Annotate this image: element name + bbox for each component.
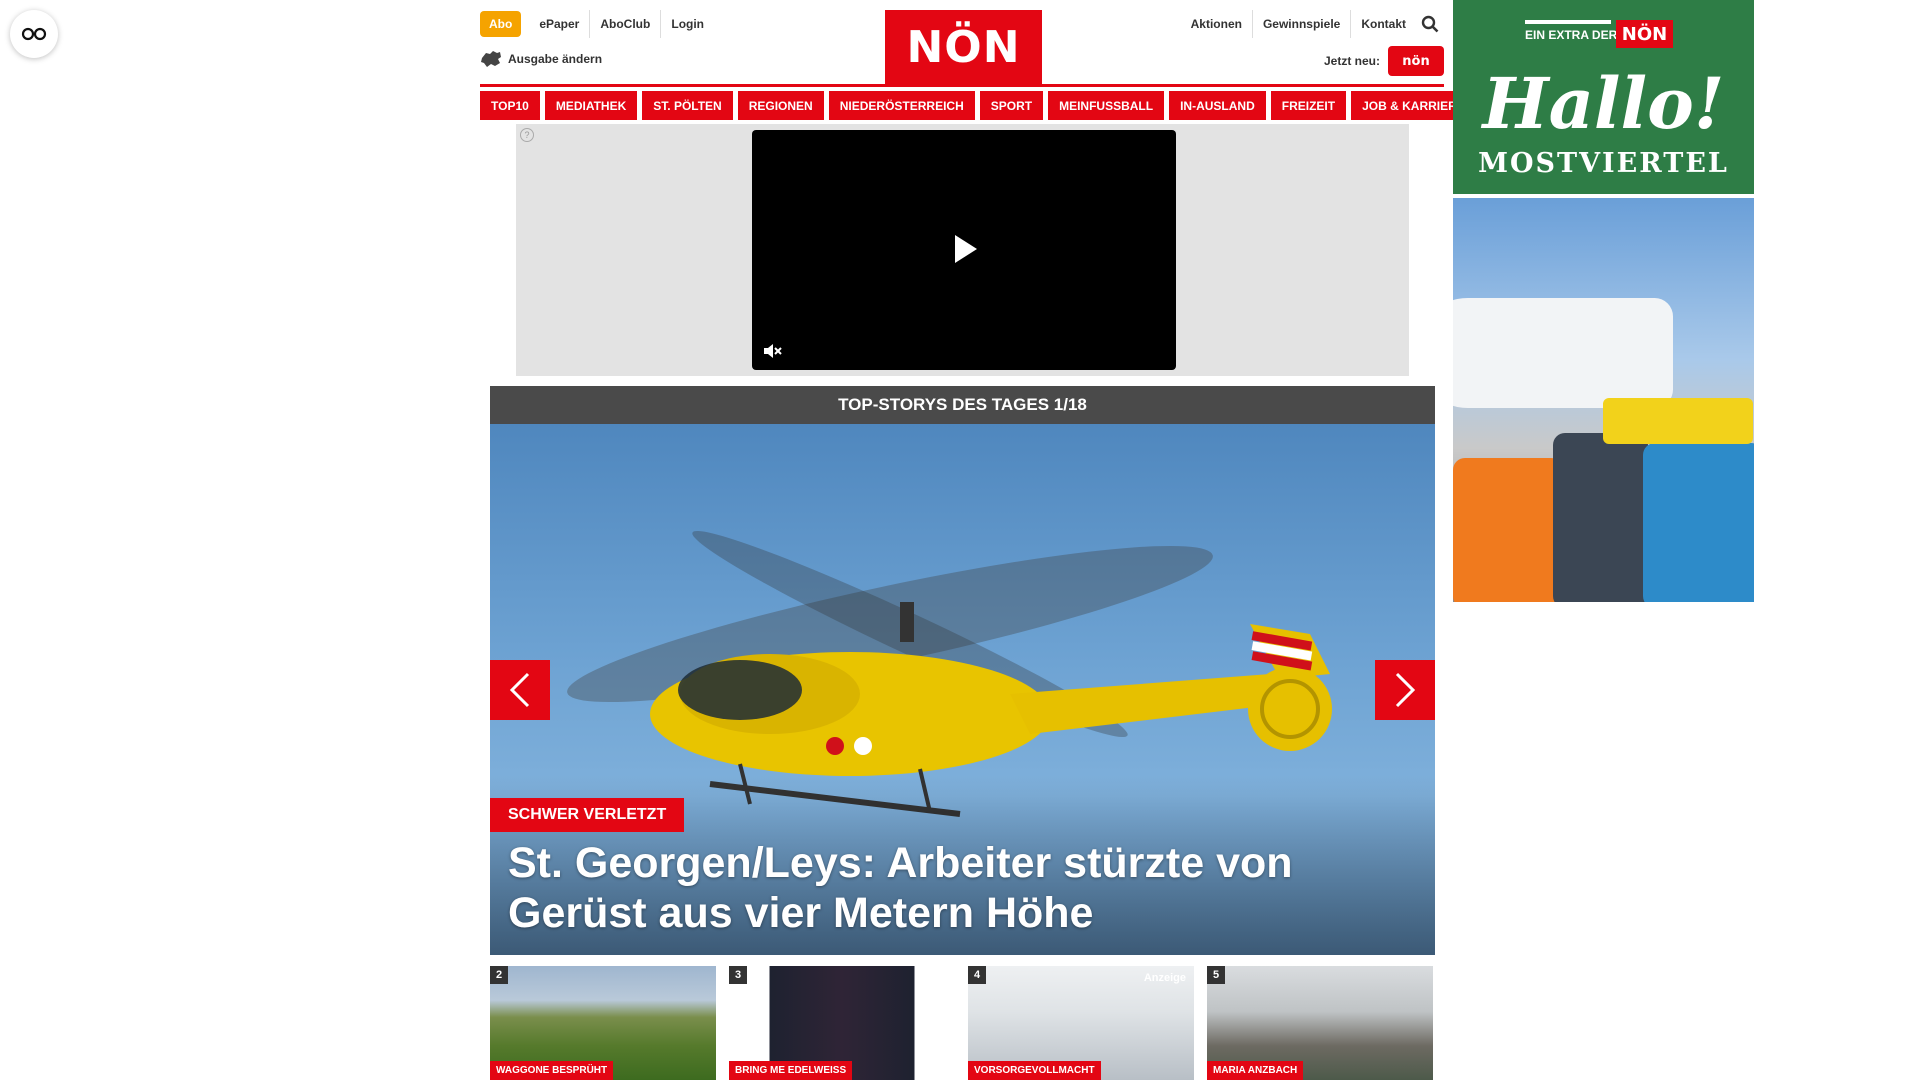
lower-austria-map-icon (481, 51, 501, 67)
story-thumb-tag: MARIA ANZBACH (1207, 1061, 1304, 1080)
previous-story-button[interactable] (490, 660, 550, 720)
story-number: 5 (1207, 966, 1225, 984)
muted-speaker-icon[interactable] (762, 342, 782, 360)
jetzt-neu: Jetzt neu: nön (1324, 46, 1444, 76)
nav-item-regionen[interactable]: REGIONEN (737, 91, 824, 120)
extra-label: EIN EXTRA DER (1525, 28, 1618, 42)
noen-small-logo: NÖN (1616, 20, 1673, 48)
gewinnspiele-link[interactable]: Gewinnspiele (1251, 10, 1350, 38)
noen-logo[interactable]: NÖN (885, 10, 1042, 85)
nav-item-in-ausland[interactable]: IN-AUSLAND (1169, 91, 1266, 120)
story-thumb-tag: BRING ME EDELWEISS (729, 1061, 853, 1080)
top-links: Abo ePaper AboClub Login (480, 10, 714, 38)
glasses-icon (21, 27, 47, 41)
extra-divider (1525, 20, 1611, 24)
aktionen-link[interactable]: Aktionen (1181, 10, 1252, 38)
aboclub-link[interactable]: AboClub (589, 10, 660, 38)
story-number: 2 (490, 966, 508, 984)
region-title: MOSTVIERTEL (1478, 148, 1729, 179)
luggage-cart (1603, 398, 1753, 444)
story-thumb[interactable]: 3 BRING ME EDELWEISS (729, 966, 955, 1080)
story-thumb-tag: VORSORGEVOLLMACHT (968, 1061, 1101, 1080)
ausgabe-label: Ausgabe ändern (508, 52, 603, 66)
chevron-right-icon (1395, 672, 1416, 708)
story-number: 4 (968, 966, 986, 984)
nav-item-st-poelten[interactable]: ST. PÖLTEN (642, 91, 733, 120)
play-icon[interactable] (955, 235, 977, 263)
jetzt-neu-badge[interactable]: nön (1388, 46, 1444, 76)
story-thumb-tag: WAGGONE BESPRÜHT (490, 1061, 614, 1080)
hallo-title: Hallo! (1482, 62, 1725, 145)
story-thumb[interactable]: 5 MARIA ANZBACH (1207, 966, 1433, 1080)
ad-info-icon[interactable]: ? (520, 128, 534, 142)
search-icon (1421, 15, 1439, 33)
header-divider (480, 84, 1444, 87)
story-number: 3 (729, 966, 747, 984)
abo-button[interactable]: Abo (480, 11, 522, 37)
airplane-shape (1453, 298, 1673, 408)
video-player[interactable] (752, 130, 1176, 370)
chevron-left-icon (509, 672, 530, 708)
video-ad: ? (516, 124, 1409, 376)
nav-item-sport[interactable]: SPORT (979, 91, 1044, 120)
nav-item-top10[interactable]: TOP10 (480, 91, 540, 120)
right-links: Aktionen Gewinnspiele Kontakt (1181, 10, 1444, 38)
hero-story-tag: SCHWER VERLETZT (490, 798, 685, 832)
suitcase-orange (1453, 458, 1563, 602)
suitcase-blue (1643, 443, 1754, 602)
suitcase-gray (1553, 433, 1648, 602)
anzeige-label: Anzeige (1143, 972, 1186, 984)
sidebar-ad[interactable]: EIN EXTRA DER NÖN Hallo! MOSTVIERTEL (1453, 0, 1754, 602)
kontakt-link[interactable]: Kontakt (1350, 10, 1416, 38)
nav-item-mediathek[interactable]: MEDIATHEK (544, 91, 638, 120)
hero-story[interactable]: SCHWER VERLETZT St. Georgen/Leys: Arbeit… (490, 424, 1435, 955)
airport-luggage-photo (1453, 198, 1754, 602)
login-link[interactable]: Login (660, 10, 714, 38)
search-button[interactable] (1416, 10, 1444, 38)
reader-view-button[interactable] (10, 10, 58, 58)
nav-item-niederoesterreich[interactable]: NIEDERÖSTERREICH (828, 91, 975, 120)
story-thumb[interactable]: 2 WAGGONE BESPRÜHT (490, 966, 716, 1080)
nav-item-freizeit[interactable]: FREIZEIT (1270, 91, 1347, 120)
story-thumb[interactable]: 4 Anzeige VORSORGEVOLLMACHT (968, 966, 1194, 1080)
next-story-button[interactable] (1375, 660, 1435, 720)
main-navigation: TOP10 MEDIATHEK ST. PÖLTEN REGIONEN NIED… (480, 91, 1476, 120)
top-stories-heading: TOP-STORYS DES TAGES 1/18 (490, 386, 1435, 424)
epaper-link[interactable]: ePaper (529, 10, 589, 38)
nav-item-meinfussball[interactable]: MEINFUSSBALL (1048, 91, 1165, 120)
ausgabe-aendern-link[interactable]: Ausgabe ändern (480, 50, 602, 68)
hallo-mostviertel-banner: EIN EXTRA DER NÖN Hallo! MOSTVIERTEL (1453, 0, 1754, 194)
hero-story-title[interactable]: St. Georgen/Leys: Arbeiter stürzte von G… (508, 838, 1408, 938)
story-thumbnails: 2 WAGGONE BESPRÜHT 3 BRING ME EDELWEISS … (490, 966, 1435, 1080)
jetzt-neu-label: Jetzt neu: (1323, 54, 1380, 68)
